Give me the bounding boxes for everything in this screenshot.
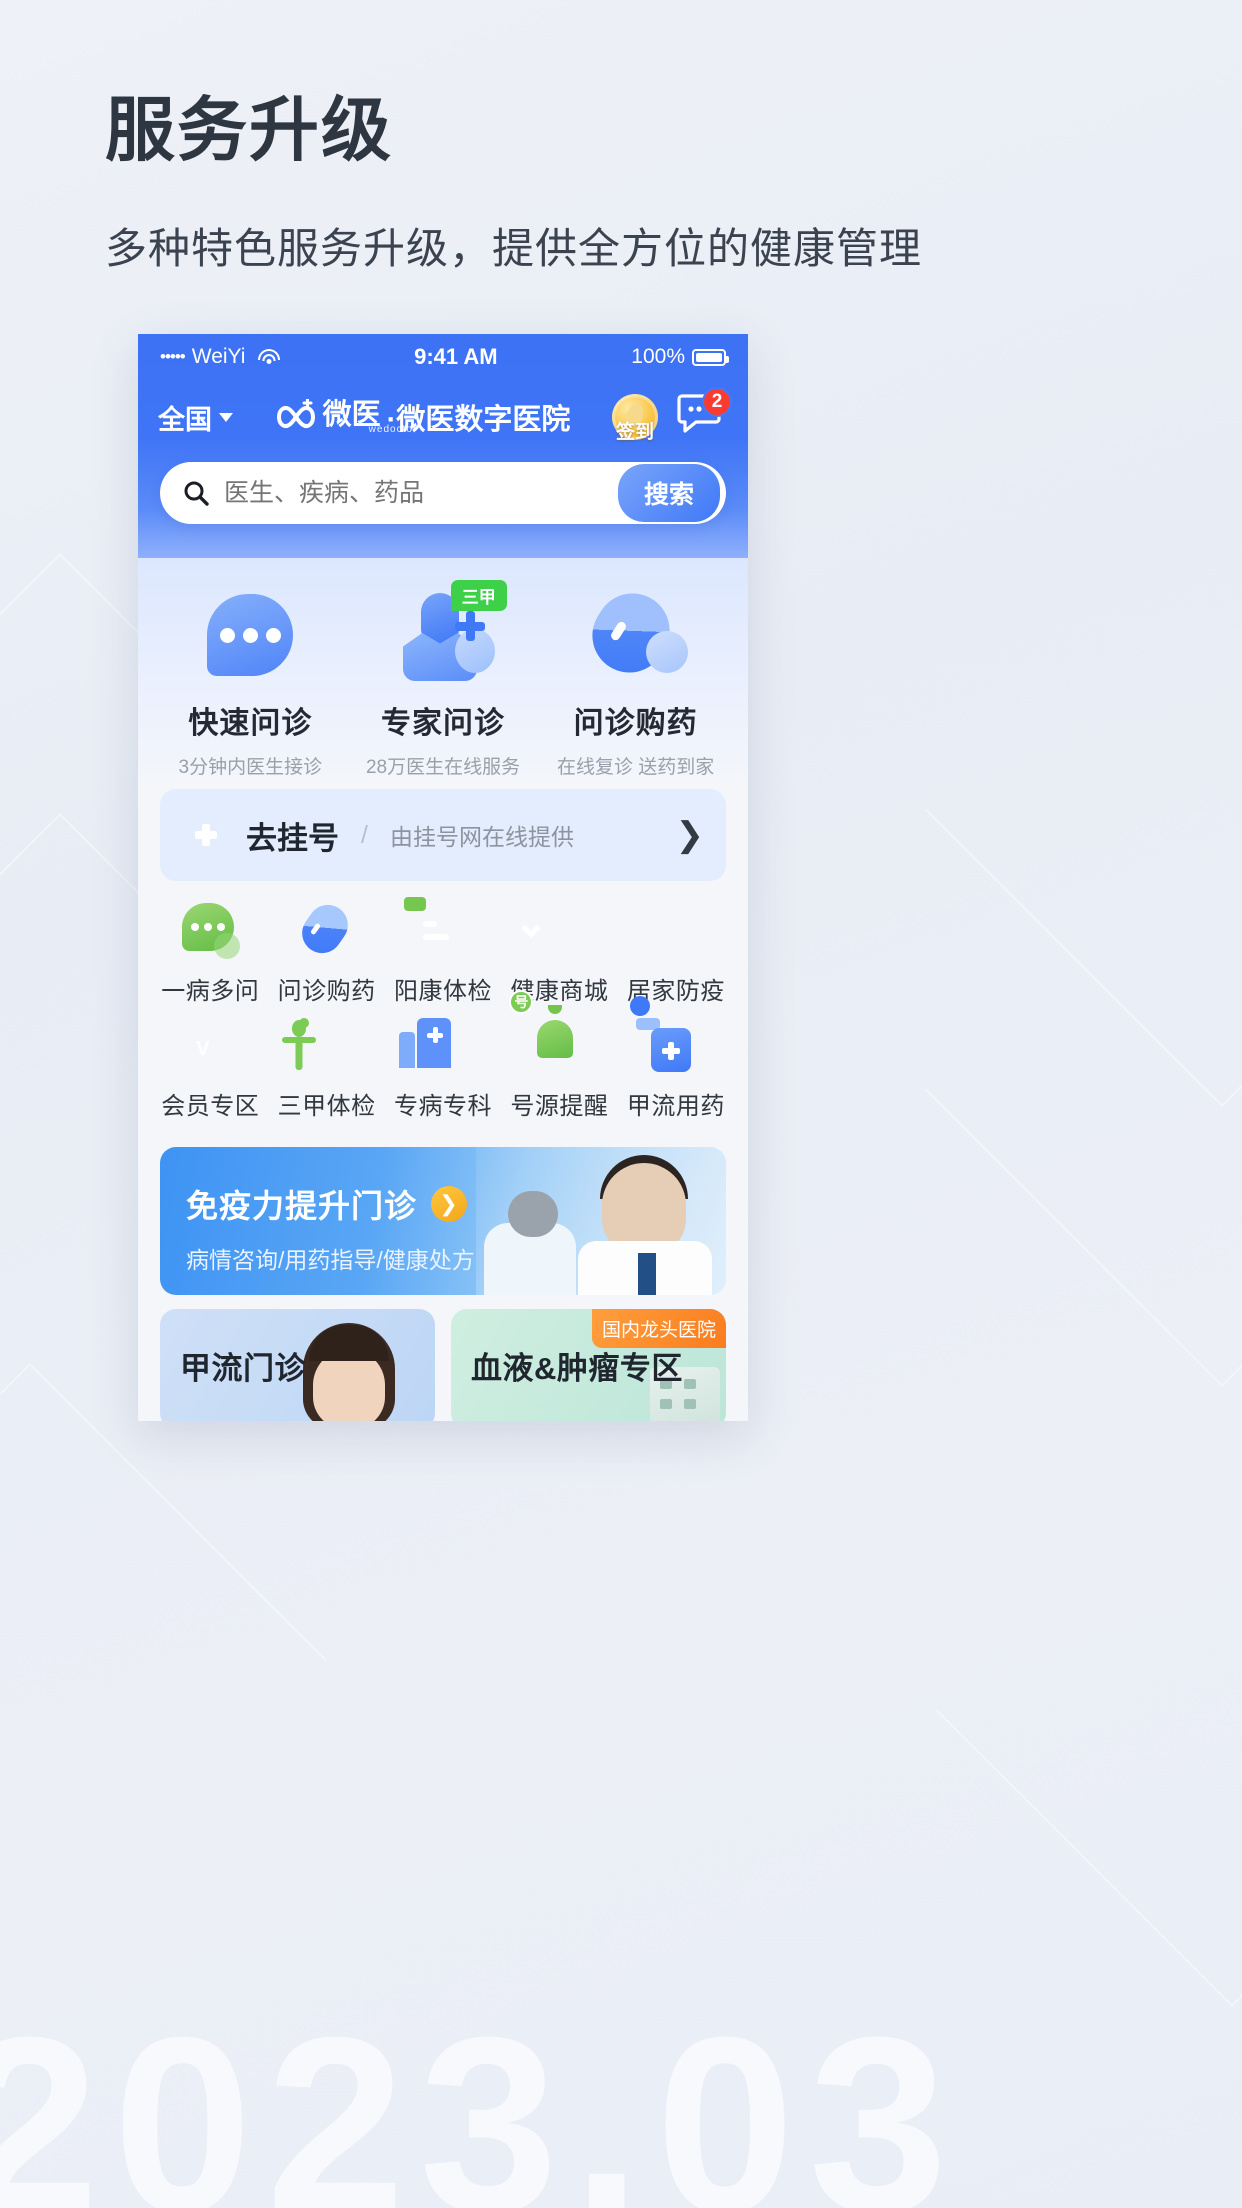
signal-dots-icon: ••••• bbox=[160, 347, 186, 366]
green-chat-icon bbox=[182, 903, 238, 959]
service-quick-consult[interactable]: 快速问诊 3分钟内医生接诊 bbox=[154, 574, 347, 779]
brand-title: 微医 wedoctor ·微医数字医院 bbox=[245, 396, 598, 438]
grid-item-jialiuyongyao[interactable]: 甲流用药 bbox=[618, 996, 734, 1121]
tier-badge: 三甲 bbox=[450, 580, 507, 611]
body-check-icon bbox=[281, 1018, 355, 1074]
banner-title-label: 免疫力提升门诊 bbox=[186, 1188, 418, 1224]
grid-item-yibingduowen[interactable]: 一病多问 bbox=[152, 903, 268, 1006]
medicine-bottle-icon bbox=[629, 996, 704, 1074]
clipboard-icon bbox=[415, 903, 471, 959]
grid-item-label: 专病专科 bbox=[394, 1093, 493, 1120]
hospital-cross-hex-icon bbox=[182, 808, 230, 862]
city-label: 全国 bbox=[158, 404, 212, 435]
bell-icon: 号 bbox=[509, 990, 587, 1074]
card-title: 甲流门诊 bbox=[180, 1351, 306, 1386]
vip-glyph: V bbox=[196, 1038, 210, 1060]
grid-item-label: 一病多问 bbox=[161, 978, 260, 1005]
capsule-icon bbox=[293, 897, 356, 961]
service-desc: 3分钟内医生接诊 bbox=[178, 757, 323, 778]
chevron-right-circle-icon: ❯ bbox=[431, 1186, 468, 1222]
capsule-icon bbox=[539, 574, 732, 696]
card-title: 血液&肿瘤专区 bbox=[471, 1351, 683, 1386]
status-bar: ••••• WeiYi 9:41 AM 100% bbox=[138, 334, 748, 380]
chat-bubble-icon bbox=[154, 574, 347, 696]
phone-mockup: ••••• WeiYi 9:41 AM 100% 全国 微医 wedoctor … bbox=[138, 334, 748, 1421]
bell-glyph: 号 bbox=[509, 990, 534, 1014]
grid-item-zhuanbingzhuanke[interactable]: 专病专科 bbox=[385, 1000, 501, 1121]
search-input[interactable] bbox=[224, 478, 604, 508]
city-selector[interactable]: 全国 bbox=[158, 398, 233, 437]
promo-banner[interactable]: 免疫力提升门诊 ❯ 病情咨询/用药指导/健康处方 bbox=[160, 1147, 726, 1295]
appointment-separator: / bbox=[361, 820, 368, 849]
wifi-icon bbox=[258, 349, 281, 365]
doctor-shield-icon: 三甲 bbox=[347, 574, 540, 696]
grid-item-label: 问诊购药 bbox=[277, 978, 376, 1005]
hospital-icon bbox=[399, 1000, 471, 1074]
promo-card-blood-tumor[interactable]: 国内龙头医院 血液&肿瘤专区 bbox=[451, 1309, 726, 1421]
battery-percent: 100% bbox=[631, 345, 685, 368]
app-header-region: ••••• WeiYi 9:41 AM 100% 全国 微医 wedoctor … bbox=[138, 334, 748, 558]
grid-item-yangkangtijian[interactable]: 阳康体检 bbox=[385, 903, 501, 1006]
service-title: 问诊购药 bbox=[573, 707, 698, 740]
promo-card-row: 甲流门诊 国内龙头医院 血液&肿瘤专区 bbox=[138, 1295, 748, 1421]
checkin-label: 签到 bbox=[615, 422, 655, 443]
checkin-button[interactable]: 签到 bbox=[610, 392, 660, 443]
chevron-down-icon bbox=[219, 412, 233, 422]
appointment-subtitle: 由挂号网在线提供 bbox=[389, 824, 574, 850]
service-expert-consult[interactable]: 三甲 专家问诊 28万医生在线服务 bbox=[347, 574, 540, 779]
search-button[interactable]: 搜索 bbox=[617, 464, 720, 522]
status-time: 9:41 AM bbox=[414, 344, 498, 369]
message-badge: 2 bbox=[702, 387, 732, 417]
shopping-bag-icon bbox=[521, 903, 587, 959]
app-bar: 全国 微医 wedoctor ·微医数字医院 签到 2 bbox=[138, 380, 748, 454]
grid-item-wenzhengouyao[interactable]: 问诊购药 bbox=[268, 897, 384, 1006]
search-bar[interactable]: 搜索 bbox=[160, 462, 726, 524]
page-title: 服务升级 bbox=[105, 91, 393, 169]
appointment-title: 去挂号 bbox=[246, 820, 339, 856]
epidemic-shield-icon: 疫 bbox=[648, 903, 704, 959]
grid-row-2: V 会员专区 三甲体检 专病专科 号 号源提醒 甲流用药 bbox=[152, 990, 734, 1121]
grid-item-sanjiatijian[interactable]: 三甲体检 bbox=[268, 1018, 384, 1121]
search-icon bbox=[184, 481, 209, 506]
vip-card-icon: V bbox=[182, 1018, 238, 1074]
grid-item-label: 阳康体检 bbox=[394, 978, 493, 1005]
banner-text: 免疫力提升门诊 ❯ 病情咨询/用药指导/健康处方 bbox=[186, 1181, 475, 1275]
grid-item-huiyuanzhuanqu[interactable]: V 会员专区 bbox=[152, 1018, 268, 1121]
appointment-entry[interactable]: 去挂号 / 由挂号网在线提供 ❯ bbox=[160, 789, 726, 881]
headline-block: 服务升级 多种特色服务升级，提供全方位的健康管理 bbox=[105, 92, 922, 276]
page-subtitle: 多种特色服务升级，提供全方位的健康管理 bbox=[105, 225, 923, 272]
grid-item-label: 号源提醒 bbox=[510, 1093, 609, 1120]
grid-row-1: 一病多问 问诊购药 阳康体检 健康商城 疫 居家防疫 bbox=[152, 897, 734, 1006]
promo-card-flu-clinic[interactable]: 甲流门诊 bbox=[160, 1309, 435, 1421]
service-title: 专家问诊 bbox=[381, 707, 505, 740]
grid-item-jujiafangyi[interactable]: 疫 居家防疫 bbox=[618, 903, 734, 1006]
chevron-right-icon: ❯ bbox=[675, 816, 705, 854]
banner-subtitle: 病情咨询/用药指导/健康处方 bbox=[186, 1247, 475, 1273]
doctor-photo bbox=[476, 1147, 726, 1295]
service-title: 快速问诊 bbox=[188, 707, 313, 740]
carrier-label: WeiYi bbox=[191, 345, 246, 368]
quick-entry-grid: 一病多问 问诊购药 阳康体检 健康商城 疫 居家防疫 V 会员专区 三甲体检 专… bbox=[138, 881, 748, 1141]
grid-item-haoyuantixing[interactable]: 号 号源提醒 bbox=[501, 990, 617, 1121]
wedoctor-logo-icon bbox=[273, 399, 319, 435]
service-shortcuts: 快速问诊 3分钟内医生接诊 三甲 专家问诊 28万医生在线服务 问诊购药 在线复… bbox=[138, 558, 748, 785]
battery-icon bbox=[692, 348, 729, 366]
service-buy-medicine[interactable]: 问诊购药 在线复诊 送药到家 bbox=[539, 574, 732, 779]
watermark-text: 2023.03 bbox=[0, 1985, 962, 2208]
grid-item-label: 会员专区 bbox=[161, 1093, 260, 1120]
grid-item-label: 三甲体检 bbox=[277, 1093, 376, 1120]
grid-item-label: 甲流用药 bbox=[626, 1093, 725, 1120]
messages-button[interactable]: 2 bbox=[676, 387, 732, 442]
shield-glyph: 疫 bbox=[633, 888, 663, 918]
brand-latin-label: wedoctor bbox=[368, 423, 418, 435]
service-desc: 28万医生在线服务 bbox=[365, 757, 521, 778]
service-desc: 在线复诊 送药到家 bbox=[557, 757, 715, 778]
